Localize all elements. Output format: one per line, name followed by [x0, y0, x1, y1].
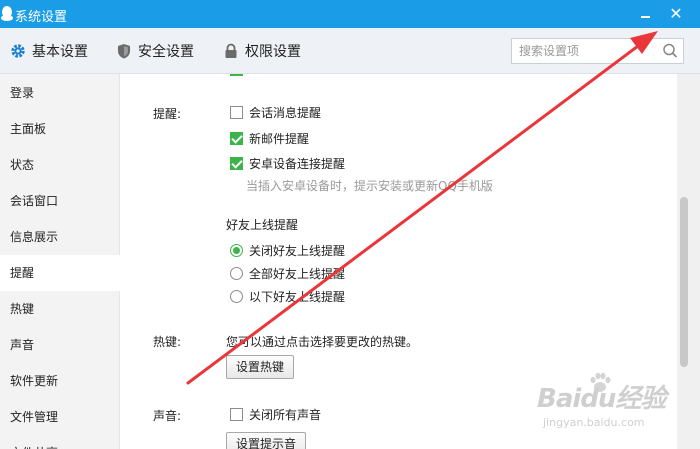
title-bar: 系统设置 ✕ [0, 0, 700, 28]
sidebar-item-file-sharing[interactable]: 文件共享 [0, 435, 120, 449]
sidebar-item-login[interactable]: 登录 [0, 75, 120, 111]
radio-following-friends-online[interactable]: 以下好友上线提醒 [230, 288, 345, 305]
checkbox-label: 安卓设备连接提醒 [249, 157, 346, 171]
sidebar-item-hotkey[interactable]: 热键 [0, 291, 120, 327]
close-icon: ✕ [669, 4, 683, 23]
sidebar-item-software-update[interactable]: 软件更新 [0, 363, 120, 399]
window-title: 系统设置 [15, 10, 68, 25]
gear-icon [11, 44, 25, 58]
lock-icon [225, 43, 237, 58]
hotkey-description: 您可以通过点击选择要更改的热键。 [226, 335, 419, 349]
radio-circle [230, 244, 243, 257]
new-mail-reminder-checkbox[interactable]: 新邮件提醒 [230, 130, 309, 147]
chat-message-reminder-checkbox[interactable]: 会话消息提醒 [230, 104, 321, 121]
qq-penguin-icon [1, 6, 13, 21]
search-icon[interactable] [661, 42, 679, 60]
scrollbar-thumb[interactable] [680, 197, 688, 367]
radio-circle [230, 267, 243, 280]
search-input[interactable] [512, 39, 656, 63]
sound-section-label: 声音: [153, 409, 182, 423]
tab-label: 安全设置 [138, 44, 194, 60]
android-connect-reminder-checkbox[interactable]: 安卓设备连接提醒 [230, 155, 345, 172]
checkbox-box [230, 106, 243, 119]
watermark-text: Baidu经验 [537, 384, 666, 414]
sidebar-item-chat-window[interactable]: 会话窗口 [0, 183, 120, 219]
minimize-button[interactable] [634, 3, 656, 25]
android-reminder-hint: 当插入安卓设备时，提示安装或更新QQ手机版 [246, 179, 493, 193]
radio-close-friend-online[interactable]: 关闭好友上线提醒 [230, 242, 345, 259]
checkbox-box [230, 408, 243, 421]
radio-label: 关闭好友上线提醒 [249, 244, 346, 258]
radio-all-friends-online[interactable]: 全部好友上线提醒 [230, 265, 345, 282]
sidebar-item-reminder[interactable]: 提醒 [0, 255, 120, 291]
tab-label: 基本设置 [32, 44, 88, 60]
checkbox-box [230, 132, 243, 145]
shield-icon [118, 44, 130, 59]
settings-search-box [511, 38, 684, 64]
set-hotkey-button[interactable]: 设置热键 [226, 355, 295, 379]
reminder-section-label: 提醒: [153, 107, 182, 121]
mute-all-sounds-checkbox[interactable]: 关闭所有声音 [230, 406, 321, 423]
tab-permission-settings[interactable]: 权限设置 [223, 41, 301, 61]
close-button[interactable]: ✕ [665, 3, 687, 25]
sidebar-item-info-display[interactable]: 信息展示 [0, 219, 120, 255]
checkbox-label: 关闭所有声音 [249, 408, 322, 422]
watermark-url: jingyan.baidu.com [543, 416, 645, 429]
settings-tab-bar: 基本设置 安全设置 权限设置 [0, 28, 700, 74]
sidebar-item-file-management[interactable]: 文件管理 [0, 399, 120, 435]
tab-security-settings[interactable]: 安全设置 [116, 41, 194, 61]
checkbox-label: 新邮件提醒 [249, 132, 310, 146]
cut-off-checkbox[interactable] [230, 74, 243, 76]
sidebar-item-status[interactable]: 状态 [0, 147, 120, 183]
tab-label: 权限设置 [245, 44, 301, 60]
radio-label: 以下好友上线提醒 [249, 290, 346, 304]
set-notification-sound-button[interactable]: 设置提示音 [226, 432, 307, 449]
radio-circle [230, 290, 243, 303]
friend-online-reminder-title: 好友上线提醒 [226, 218, 299, 232]
hotkey-section-label: 热键: [153, 335, 182, 349]
sidebar-item-sound[interactable]: 声音 [0, 327, 120, 363]
checkbox-label: 会话消息提醒 [249, 106, 322, 120]
radio-label: 全部好友上线提醒 [249, 267, 346, 281]
sidebar-nav: 登录 主面板 状态 会话窗口 信息展示 提醒 热键 声音 软件更新 文件管理 文… [0, 74, 120, 449]
sidebar-item-main-panel[interactable]: 主面板 [0, 111, 120, 147]
checkbox-box [230, 157, 243, 170]
baidu-jingyan-watermark: Baidu经验 jingyan.baidu.com [537, 370, 687, 442]
tab-basic-settings[interactable]: 基本设置 [10, 41, 88, 61]
